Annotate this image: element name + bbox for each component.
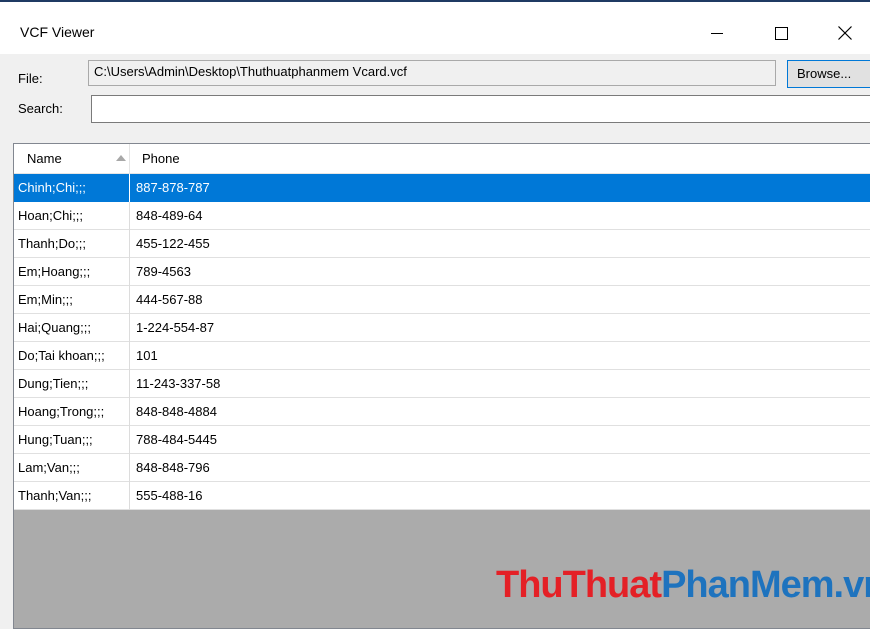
cell-divider <box>129 174 130 202</box>
file-path-field[interactable]: C:\Users\Admin\Desktop\Thuthuatphanmem V… <box>88 60 776 86</box>
close-icon <box>838 26 852 40</box>
cell-divider <box>129 202 130 230</box>
cell-divider <box>129 342 130 370</box>
table-row[interactable]: Hoang;Trong;;; 848-848-4884 <box>14 398 870 426</box>
maximize-icon <box>774 26 788 40</box>
table-row[interactable]: Hung;Tuan;;; 788-484-5445 <box>14 426 870 454</box>
column-divider[interactable] <box>129 144 130 174</box>
contact-phone-cell: 444-567-88 <box>136 292 203 307</box>
contact-name-cell: Do;Tai khoan;;; <box>18 348 105 363</box>
table-row[interactable]: Hoan;Chi;;; 848-489-64 <box>14 202 870 230</box>
cell-divider <box>129 398 130 426</box>
contact-name-cell: Thanh;Do;;; <box>18 236 86 251</box>
contact-phone-cell: 788-484-5445 <box>136 432 217 447</box>
cell-divider <box>129 482 130 510</box>
title-bar: VCF Viewer <box>0 2 870 54</box>
watermark-part-red: ThuThuat <box>496 564 662 606</box>
contact-phone-cell: 887-878-787 <box>136 180 210 195</box>
contact-name-cell: Hoang;Trong;;; <box>18 404 105 419</box>
sort-ascending-icon <box>116 155 126 161</box>
cell-divider <box>129 454 130 482</box>
window-title: VCF Viewer <box>20 24 95 40</box>
close-button[interactable] <box>822 12 868 54</box>
table-row[interactable]: Do;Tai khoan;;; 101 <box>14 342 870 370</box>
minimize-button[interactable] <box>694 12 740 54</box>
contact-name-cell: Dung;Tien;;; <box>18 376 89 391</box>
table-row[interactable]: Em;Hoang;;; 789-4563 <box>14 258 870 286</box>
table-row[interactable]: Thanh;Do;;; 455-122-455 <box>14 230 870 258</box>
cell-divider <box>129 426 130 454</box>
table-row[interactable]: Hai;Quang;;; 1-224-554-87 <box>14 314 870 342</box>
cell-divider <box>129 230 130 258</box>
table-row[interactable]: Thanh;Van;;; 555-488-16 <box>14 482 870 510</box>
contact-phone-cell: 848-848-4884 <box>136 404 217 419</box>
contact-phone-cell: 848-848-796 <box>136 460 210 475</box>
contact-name-cell: Hung;Tuan;;; <box>18 432 93 447</box>
watermark-part-blue: PhanMem.vn <box>661 564 870 606</box>
search-label: Search: <box>18 101 63 116</box>
maximize-button[interactable] <box>758 12 804 54</box>
list-rows: Chinh;Chi;;; 887-878-787 Hoan;Chi;;; 848-48… <box>14 174 870 510</box>
file-label: File: <box>18 71 43 86</box>
contact-name-cell: Hai;Quang;;; <box>18 320 91 335</box>
contact-phone-cell: 455-122-455 <box>136 236 210 251</box>
browse-button[interactable]: Browse... <box>787 60 870 88</box>
column-header-name[interactable]: Name <box>27 151 62 166</box>
column-header-phone[interactable]: Phone <box>142 151 180 166</box>
contact-name-cell: Thanh;Van;;; <box>18 488 92 503</box>
list-header: Name Phone <box>14 144 870 174</box>
contact-phone-cell: 789-4563 <box>136 264 191 279</box>
contact-name-cell: Em;Hoang;;; <box>18 264 91 279</box>
cell-divider <box>129 314 130 342</box>
contact-phone-cell: 1-224-554-87 <box>136 320 215 335</box>
search-input[interactable] <box>91 95 870 123</box>
contact-name-cell: Lam;Van;;; <box>18 460 80 475</box>
contact-name-cell: Hoan;Chi;;; <box>18 208 84 223</box>
cell-divider <box>129 370 130 398</box>
contact-phone-cell: 848-489-64 <box>136 208 203 223</box>
table-row[interactable]: Chinh;Chi;;; 887-878-787 <box>14 174 870 202</box>
minimize-icon <box>711 33 723 34</box>
contact-name-cell: Chinh;Chi;;; <box>18 180 86 195</box>
contacts-list[interactable]: Name Phone Chinh;Chi;;; 887-878-787 Hoan;C… <box>13 143 870 629</box>
table-row[interactable]: Lam;Van;;; 848-848-796 <box>14 454 870 482</box>
cell-divider <box>129 258 130 286</box>
cell-divider <box>129 286 130 314</box>
table-row[interactable]: Em;Min;;; 444-567-88 <box>14 286 870 314</box>
contact-name-cell: Em;Min;;; <box>18 292 73 307</box>
watermark-logo: ThuThuatPhanMem.vn <box>496 566 870 604</box>
table-row[interactable]: Dung;Tien;;; 11-243-337-58 <box>14 370 870 398</box>
contact-phone-cell: 11-243-337-58 <box>136 376 221 391</box>
contact-phone-cell: 101 <box>136 348 158 363</box>
contact-phone-cell: 555-488-16 <box>136 488 203 503</box>
